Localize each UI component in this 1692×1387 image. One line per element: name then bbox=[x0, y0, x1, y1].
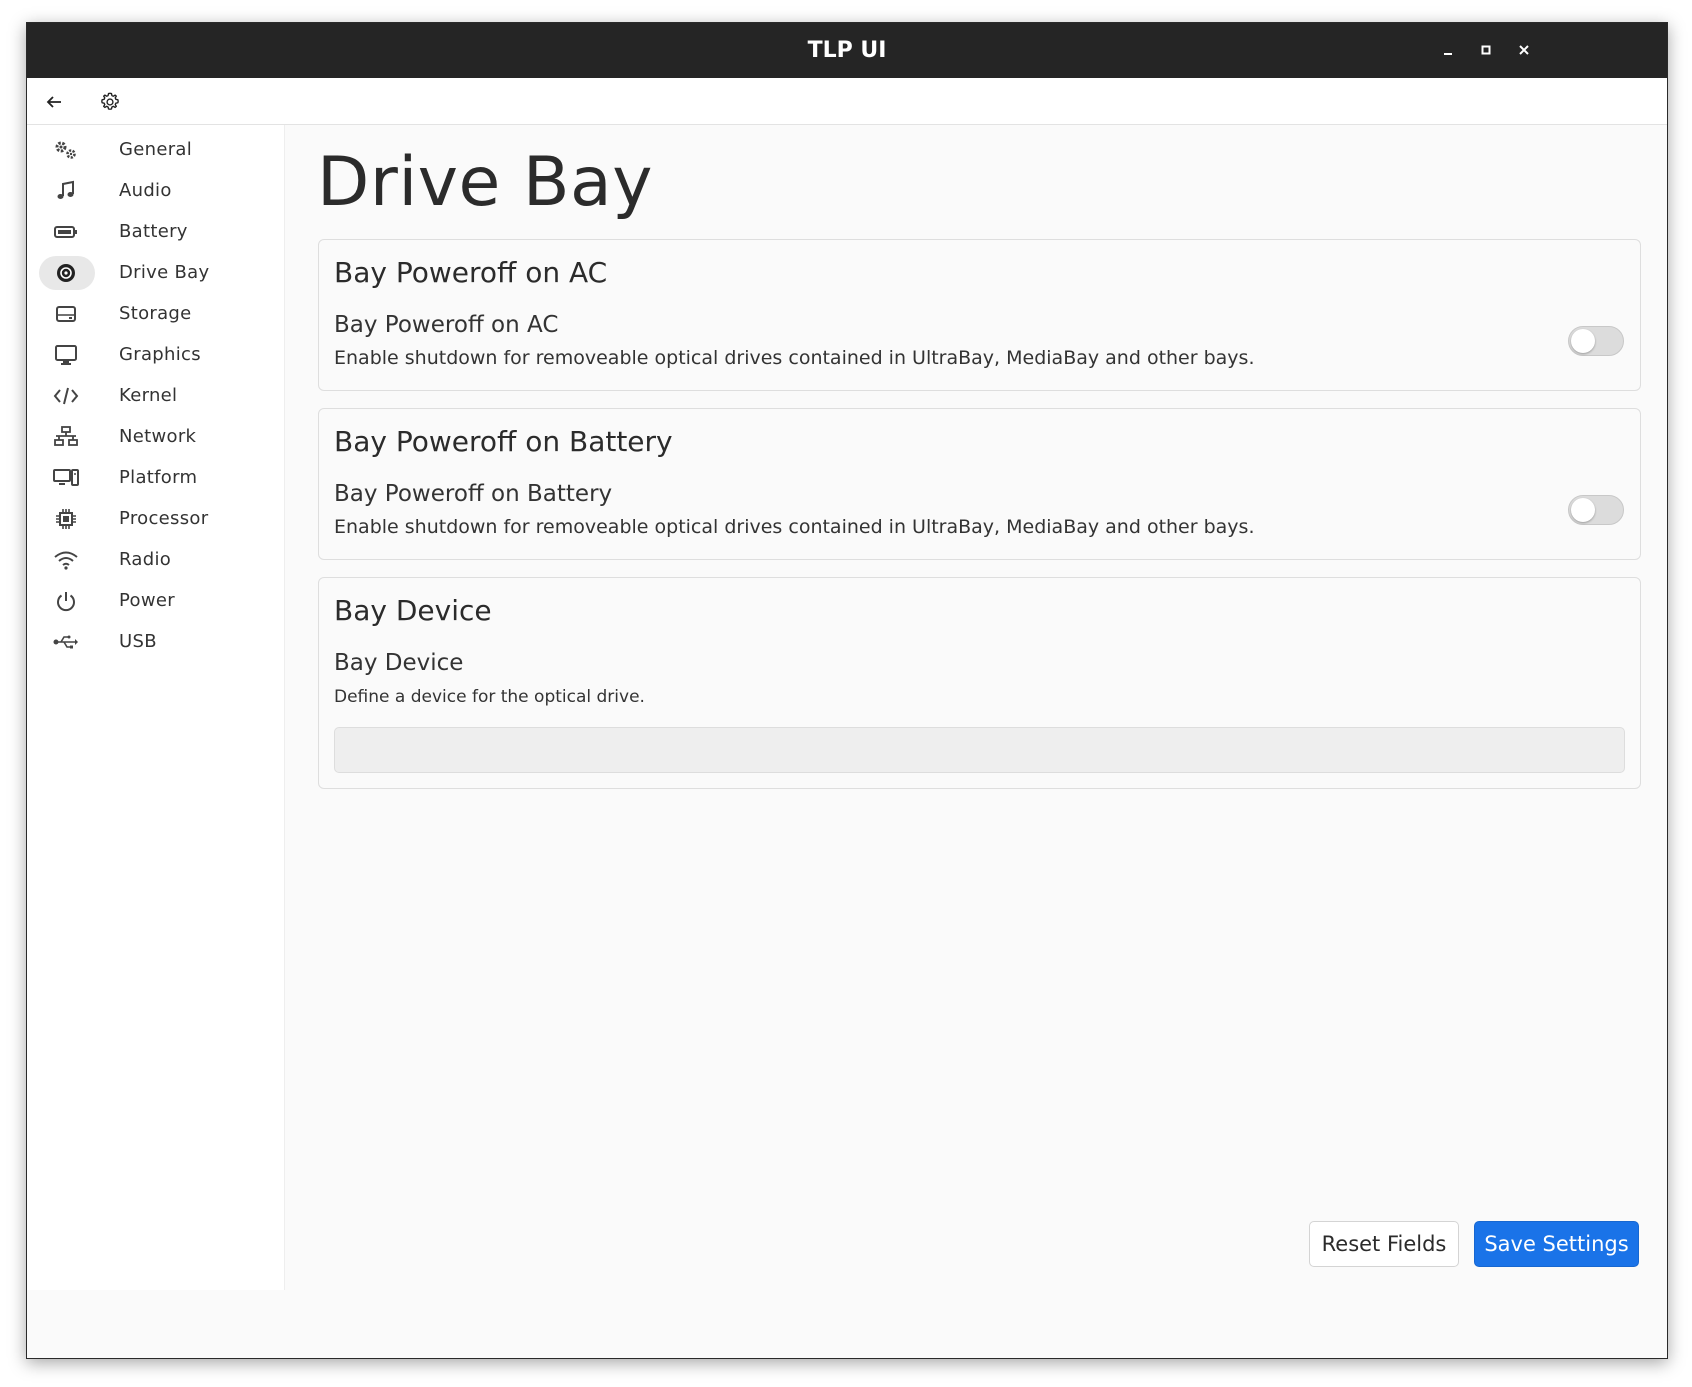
close-button[interactable] bbox=[1509, 35, 1539, 65]
card-bay-poweroff-ac: Bay Poweroff on AC Bay Poweroff on AC En… bbox=[318, 239, 1641, 391]
field-label: Bay Device bbox=[334, 650, 464, 676]
sidebar-item-label: Storage bbox=[119, 303, 192, 324]
back-button[interactable] bbox=[39, 87, 69, 117]
sidebar: General Audio Battery Drive Bay Storage bbox=[27, 125, 285, 1290]
close-icon bbox=[1519, 45, 1529, 55]
page-title: Drive Bay bbox=[317, 143, 653, 222]
field-description: Enable shutdown for removeable optical d… bbox=[334, 516, 1255, 538]
sidebar-item-power[interactable]: Power bbox=[39, 583, 271, 619]
monitor-icon bbox=[53, 344, 79, 366]
window-title: TLP UI bbox=[807, 38, 887, 63]
card-title: Bay Poweroff on Battery bbox=[334, 425, 673, 458]
sidebar-item-label: USB bbox=[119, 631, 157, 652]
settings-button[interactable] bbox=[95, 87, 125, 117]
sidebar-item-audio[interactable]: Audio bbox=[39, 173, 271, 209]
code-icon bbox=[53, 385, 79, 407]
music-note-icon bbox=[53, 180, 79, 202]
sidebar-item-usb[interactable]: USB bbox=[39, 624, 271, 660]
card-bay-device: Bay Device Bay Device Define a device fo… bbox=[318, 577, 1641, 789]
usb-icon bbox=[53, 631, 79, 653]
gears-icon bbox=[53, 139, 79, 161]
computer-tower-icon bbox=[53, 467, 79, 489]
bay-device-input[interactable] bbox=[334, 727, 1625, 773]
sidebar-item-label: Power bbox=[119, 590, 175, 611]
power-icon bbox=[53, 590, 79, 612]
sidebar-item-platform[interactable]: Platform bbox=[39, 460, 271, 496]
wifi-icon bbox=[53, 549, 79, 571]
field-description: Enable shutdown for removeable optical d… bbox=[334, 347, 1255, 369]
cpu-chip-icon bbox=[53, 508, 79, 530]
battery-icon bbox=[53, 221, 79, 243]
bay-poweroff-battery-toggle[interactable] bbox=[1568, 495, 1624, 525]
sidebar-item-processor[interactable]: Processor bbox=[39, 501, 271, 537]
sidebar-item-graphics[interactable]: Graphics bbox=[39, 337, 271, 373]
sidebar-item-label: Drive Bay bbox=[119, 262, 210, 283]
sidebar-item-label: Network bbox=[119, 426, 197, 447]
field-label: Bay Poweroff on AC bbox=[334, 312, 559, 338]
field-description: Define a device for the optical drive. bbox=[334, 687, 645, 707]
sidebar-item-label: Battery bbox=[119, 221, 188, 242]
sidebar-item-kernel[interactable]: Kernel bbox=[39, 378, 271, 414]
card-title: Bay Poweroff on AC bbox=[334, 256, 608, 289]
maximize-icon bbox=[1481, 45, 1491, 55]
sidebar-item-battery[interactable]: Battery bbox=[39, 214, 271, 250]
toggle-knob bbox=[1571, 329, 1595, 353]
sidebar-item-label: Graphics bbox=[119, 344, 201, 365]
maximize-button[interactable] bbox=[1471, 35, 1501, 65]
gear-icon bbox=[101, 92, 119, 110]
header-toolbar bbox=[27, 78, 1667, 125]
sidebar-item-label: Audio bbox=[119, 180, 172, 201]
arrow-left-icon bbox=[46, 96, 61, 108]
sidebar-item-label: Processor bbox=[119, 508, 209, 529]
sidebar-item-network[interactable]: Network bbox=[39, 419, 271, 455]
main-content: Drive Bay Bay Poweroff on AC Bay Powerof… bbox=[285, 125, 1667, 1358]
optical-disc-icon bbox=[53, 262, 79, 284]
card-bay-poweroff-battery: Bay Poweroff on Battery Bay Poweroff on … bbox=[318, 408, 1641, 560]
field-label: Bay Poweroff on Battery bbox=[334, 481, 613, 507]
app-window: TLP UI General Audio Battery Drive Bay S… bbox=[26, 22, 1668, 1359]
minimize-icon bbox=[1444, 53, 1452, 55]
sidebar-item-label: Radio bbox=[119, 549, 172, 570]
bay-poweroff-ac-toggle[interactable] bbox=[1568, 326, 1624, 356]
sidebar-item-label: Kernel bbox=[119, 385, 178, 406]
sidebar-item-general[interactable]: General bbox=[39, 132, 271, 168]
save-settings-button[interactable]: Save Settings bbox=[1474, 1221, 1639, 1267]
network-icon bbox=[53, 426, 79, 448]
sidebar-item-label: Platform bbox=[119, 467, 198, 488]
title-bar: TLP UI bbox=[27, 23, 1667, 78]
minimize-button[interactable] bbox=[1433, 35, 1463, 65]
sidebar-item-storage[interactable]: Storage bbox=[39, 296, 271, 332]
toggle-knob bbox=[1571, 498, 1595, 522]
card-title: Bay Device bbox=[334, 594, 492, 627]
hard-drive-icon bbox=[53, 303, 79, 325]
reset-fields-button[interactable]: Reset Fields bbox=[1309, 1221, 1459, 1267]
sidebar-item-label: General bbox=[119, 139, 193, 160]
sidebar-item-drive-bay[interactable]: Drive Bay bbox=[39, 255, 271, 291]
sidebar-item-radio[interactable]: Radio bbox=[39, 542, 271, 578]
